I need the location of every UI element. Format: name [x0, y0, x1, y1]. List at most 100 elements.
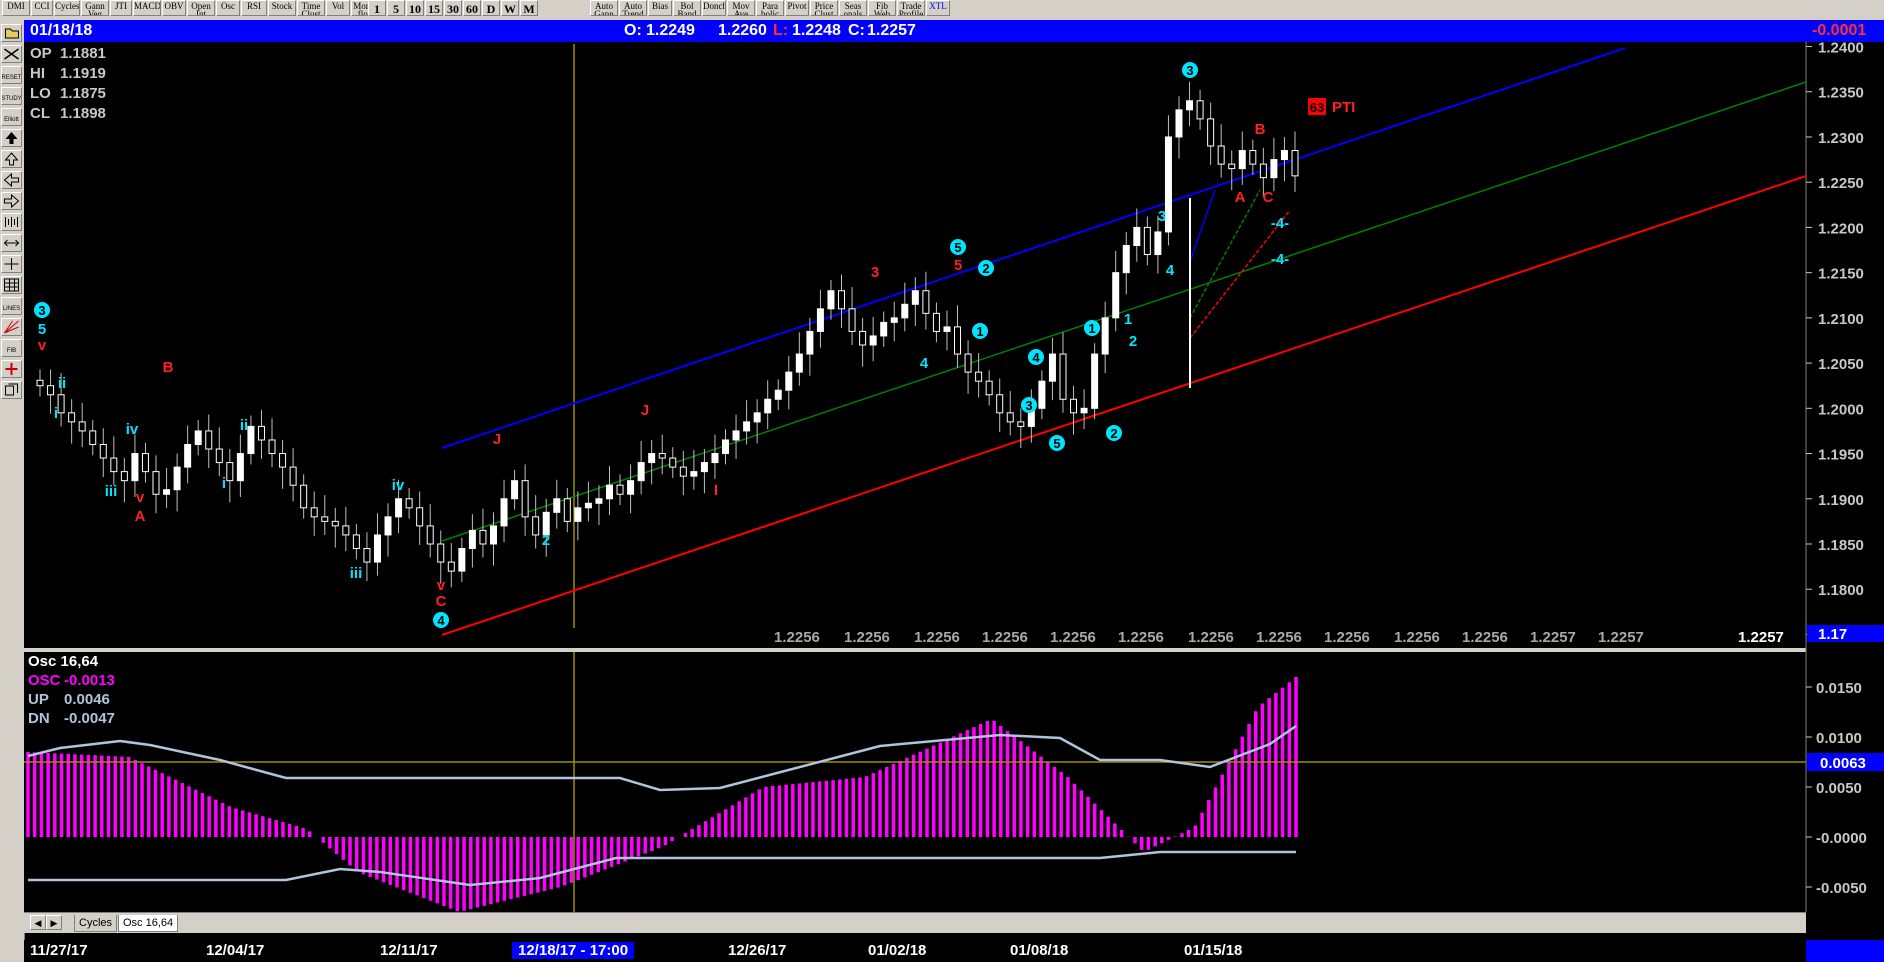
toolbar-button-mov-ave[interactable]: Mov Ave [727, 0, 755, 16]
toolbar-button-fib-web[interactable]: Fib Web [868, 0, 896, 16]
candle[interactable] [163, 468, 171, 508]
candle[interactable] [700, 449, 708, 494]
candle[interactable] [732, 414, 740, 459]
toolbar-button-macd[interactable]: MACD [133, 0, 161, 16]
candle[interactable] [943, 310, 951, 351]
interval-button-30[interactable]: 30 [444, 0, 462, 16]
candle[interactable] [911, 277, 919, 327]
candle[interactable] [827, 279, 835, 320]
candle[interactable] [954, 305, 962, 368]
toolbar-button-cycles[interactable]: Cycles [54, 0, 80, 16]
candle[interactable] [36, 369, 44, 397]
candle[interactable] [395, 479, 403, 534]
candle[interactable] [605, 466, 613, 516]
candle[interactable] [1048, 337, 1056, 401]
candle[interactable] [964, 340, 972, 394]
candle[interactable] [901, 282, 909, 332]
toolbar-button-auto-gann[interactable]: Auto Gann [590, 0, 618, 16]
candle[interactable] [774, 379, 782, 411]
candle[interactable] [669, 447, 677, 478]
tab-osc[interactable]: Osc 16,64 [118, 915, 179, 932]
candle[interactable] [68, 399, 76, 444]
toolbar-button-stock[interactable]: Stock [268, 0, 296, 16]
toolbar-button-xtl[interactable]: XTL [926, 0, 950, 16]
candle[interactable] [764, 380, 772, 430]
candle[interactable] [1154, 215, 1162, 274]
candle[interactable] [690, 449, 698, 490]
candle[interactable] [648, 439, 656, 485]
candle[interactable] [1006, 391, 1014, 436]
toolbar-button-cci[interactable]: CCI [31, 0, 53, 16]
candle[interactable] [985, 370, 993, 406]
toolbar-button-para-bolic[interactable]: Para bolic [756, 0, 784, 16]
up-hollow-icon[interactable] [1, 150, 22, 168]
candle[interactable] [268, 418, 276, 468]
toolbar-button-osc[interactable]: Osc [216, 0, 240, 16]
interval-button-5[interactable]: 5 [387, 0, 405, 16]
blue-channel-line[interactable] [441, 47, 1626, 449]
candle[interactable] [78, 402, 86, 448]
candle[interactable] [637, 440, 645, 495]
candle[interactable] [880, 311, 888, 347]
interval-button-1[interactable]: 1 [368, 0, 386, 16]
green-channel-line[interactable] [441, 81, 1807, 542]
candle[interactable] [890, 301, 898, 342]
candle[interactable] [859, 317, 867, 367]
red-channel-line[interactable] [441, 175, 1807, 636]
left-arrow-icon[interactable] [1, 171, 22, 189]
candle[interactable] [816, 289, 824, 348]
candle[interactable] [869, 316, 877, 362]
candle[interactable] [1133, 208, 1141, 262]
candle[interactable] [89, 420, 97, 456]
candle[interactable] [1175, 96, 1183, 159]
candle[interactable] [932, 302, 940, 343]
interval-button-15[interactable]: 15 [425, 0, 443, 16]
candle[interactable] [215, 427, 223, 477]
candle[interactable] [542, 498, 550, 557]
reset-icon[interactable]: RESET [1, 66, 22, 84]
candle[interactable] [743, 400, 751, 445]
toolbar-button-dmi[interactable]: DMI [2, 0, 30, 16]
candle[interactable] [194, 420, 202, 456]
candle[interactable] [584, 481, 592, 522]
toolbar-button-jti[interactable]: JTI [110, 0, 132, 16]
candle[interactable] [553, 479, 561, 529]
candle[interactable] [1112, 250, 1120, 332]
candle[interactable] [479, 508, 487, 558]
candle[interactable] [300, 474, 308, 519]
candle[interactable] [205, 414, 213, 469]
candle[interactable] [1270, 137, 1278, 192]
toolbar-button-pivot[interactable]: Pivot [785, 0, 809, 16]
toolbar-button-bias[interactable]: Bias [648, 0, 672, 16]
tab-cycles[interactable]: Cycles [74, 915, 118, 932]
candle[interactable] [352, 524, 360, 560]
candle[interactable] [975, 353, 983, 398]
toolbar-button-time-clust[interactable]: Time Clust [297, 0, 325, 16]
candle[interactable] [489, 512, 497, 566]
candle[interactable] [511, 469, 519, 510]
candle[interactable] [279, 439, 287, 489]
right-arrow-icon[interactable] [1, 192, 22, 210]
toolbar-button-obv[interactable]: OBV [162, 0, 186, 16]
candle[interactable] [236, 434, 244, 497]
candle[interactable] [679, 450, 687, 496]
candle[interactable] [595, 485, 603, 525]
candle[interactable] [226, 449, 234, 503]
interval-button-m[interactable]: M [520, 0, 538, 16]
candle[interactable] [257, 410, 265, 459]
candle[interactable] [437, 530, 445, 584]
candle[interactable] [373, 513, 381, 576]
oscillator-panel[interactable] [24, 652, 1806, 912]
expand-icon[interactable] [1, 255, 22, 273]
candle[interactable] [1164, 115, 1172, 246]
candle[interactable] [1017, 408, 1025, 449]
candle[interactable] [711, 434, 719, 479]
interval-button-d[interactable]: D [482, 0, 500, 16]
candle[interactable] [289, 448, 297, 502]
candle[interactable] [1038, 370, 1046, 420]
toolbar-button-gann-veg[interactable]: Gann Veg [81, 0, 109, 16]
candle[interactable] [1228, 150, 1236, 191]
candle[interactable] [532, 495, 540, 549]
candle[interactable] [1122, 231, 1130, 295]
candle[interactable] [426, 504, 434, 558]
